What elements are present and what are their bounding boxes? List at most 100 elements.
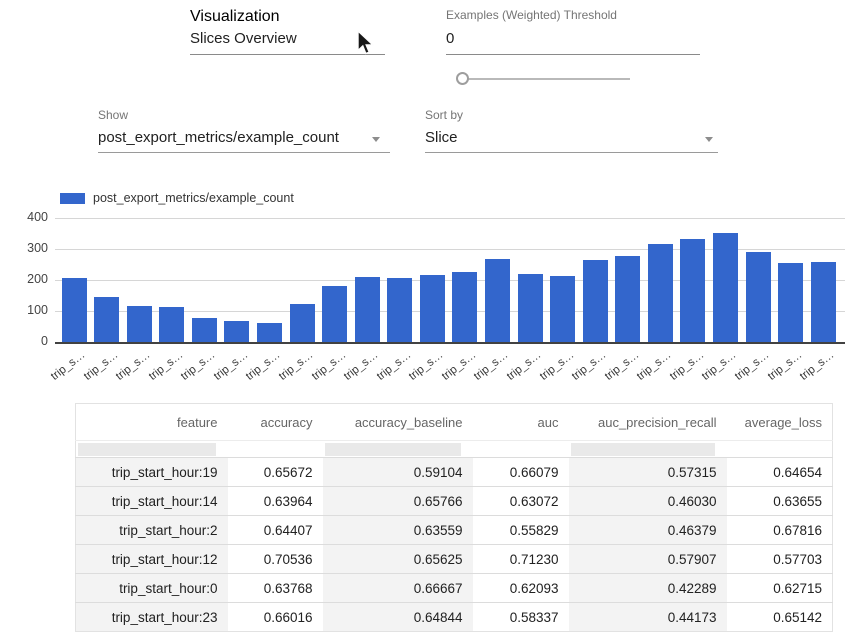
bar-1[interactable]	[94, 297, 119, 342]
table-row: trip_start_hour:230.660160.648440.583370…	[76, 603, 833, 632]
sort-by-value: Slice	[425, 129, 458, 146]
feature-cell: trip_start_hour:12	[76, 545, 228, 574]
slider-thumb[interactable]	[456, 72, 469, 85]
metric-cell: 0.46030	[569, 487, 727, 516]
metric-cell: 0.66079	[473, 458, 569, 487]
table-row: trip_start_hour:00.637680.666670.620930.…	[76, 574, 833, 603]
bar-5[interactable]	[224, 321, 249, 342]
metric-cell: 0.65142	[727, 603, 833, 632]
show-dropdown[interactable]: post_export_metrics/example_count	[98, 127, 390, 154]
metric-cell: 0.65625	[323, 545, 473, 574]
bar-7[interactable]	[290, 304, 315, 342]
metric-cell: 0.46379	[569, 516, 727, 545]
bar-22[interactable]	[778, 263, 803, 342]
bar-3[interactable]	[159, 307, 184, 342]
y-axis-tick-label: 200	[8, 272, 48, 286]
filter-cell	[228, 441, 323, 458]
chevron-down-icon[interactable]	[372, 137, 380, 142]
bar-20[interactable]	[713, 233, 738, 342]
metric-cell: 0.71230	[473, 545, 569, 574]
metric-cell: 0.64654	[727, 458, 833, 487]
feature-cell: trip_start_hour:19	[76, 458, 228, 487]
threshold-underline	[446, 54, 700, 55]
y-axis-tick-label: 300	[8, 241, 48, 255]
metric-cell: 0.63072	[473, 487, 569, 516]
slices-bar-chart: post_export_metrics/example_count 010020…	[0, 185, 863, 385]
visualization-value: Slices Overview	[190, 30, 297, 47]
bar-21[interactable]	[746, 252, 771, 342]
metric-cell: 0.64407	[228, 516, 323, 545]
metric-cell: 0.42289	[569, 574, 727, 603]
metric-cell: 0.59104	[323, 458, 473, 487]
bar-6[interactable]	[257, 323, 282, 342]
bar-15[interactable]	[550, 276, 575, 342]
bar-16[interactable]	[583, 260, 608, 342]
bar-9[interactable]	[355, 277, 380, 342]
column-header-auc[interactable]: auc	[473, 404, 569, 441]
metric-cell: 0.44173	[569, 603, 727, 632]
metric-cell: 0.64844	[323, 603, 473, 632]
metric-cell: 0.58337	[473, 603, 569, 632]
bar-12[interactable]	[452, 272, 477, 342]
bar-0[interactable]	[62, 278, 87, 342]
metric-cell: 0.66667	[323, 574, 473, 603]
metric-cell: 0.66016	[228, 603, 323, 632]
bar-13[interactable]	[485, 259, 510, 342]
metric-cell: 0.65766	[323, 487, 473, 516]
feature-cell: trip_start_hour:2	[76, 516, 228, 545]
sort-by-dropdown[interactable]: Slice	[425, 127, 718, 154]
column-header-accuracy_baseline[interactable]: accuracy_baseline	[323, 404, 473, 441]
y-axis-tick-label: 0	[8, 334, 48, 348]
table-row: trip_start_hour:20.644070.635590.558290.…	[76, 516, 833, 545]
metric-cell: 0.63964	[228, 487, 323, 516]
feature-cell: trip_start_hour:14	[76, 487, 228, 516]
bar-17[interactable]	[615, 256, 640, 342]
chevron-down-icon[interactable]	[705, 137, 713, 142]
metric-cell: 0.67816	[727, 516, 833, 545]
column-header-auc_precision_recall[interactable]: auc_precision_recall	[569, 404, 727, 441]
show-underline	[98, 152, 390, 153]
bar-23[interactable]	[811, 262, 836, 342]
threshold-label: Examples (Weighted) Threshold	[446, 8, 617, 22]
metric-cell: 0.63768	[228, 574, 323, 603]
metric-cell: 0.57703	[727, 545, 833, 574]
y-axis-tick-label: 400	[8, 210, 48, 224]
column-header-feature[interactable]: feature	[76, 404, 228, 441]
y-axis-tick-label: 100	[8, 303, 48, 317]
show-label: Show	[98, 108, 128, 122]
table-row: trip_start_hour:140.639640.657660.630720…	[76, 487, 833, 516]
filter-cell	[473, 441, 569, 458]
slider-track[interactable]	[466, 78, 630, 80]
bar-2[interactable]	[127, 306, 152, 342]
bar-4[interactable]	[192, 318, 217, 342]
feature-cell: trip_start_hour:23	[76, 603, 228, 632]
bar-18[interactable]	[648, 244, 673, 342]
sort-by-underline	[425, 152, 718, 153]
feature-cell: trip_start_hour:0	[76, 574, 228, 603]
metric-cell: 0.63559	[323, 516, 473, 545]
threshold-slider[interactable]	[450, 68, 650, 90]
bar-11[interactable]	[420, 275, 445, 342]
table-filter-row	[76, 441, 833, 458]
filter-cell	[76, 441, 228, 458]
show-value: post_export_metrics/example_count	[98, 129, 339, 146]
metric-cell: 0.57907	[569, 545, 727, 574]
sort-by-label: Sort by	[425, 108, 463, 122]
visualization-label: Visualization	[190, 8, 280, 26]
filter-cell	[569, 441, 727, 458]
metric-cell: 0.57315	[569, 458, 727, 487]
table-header-row: featureaccuracyaccuracy_baselineaucauc_p…	[76, 404, 833, 441]
bar-10[interactable]	[387, 278, 412, 342]
bar-14[interactable]	[518, 274, 543, 343]
metric-cell: 0.62093	[473, 574, 569, 603]
column-header-accuracy[interactable]: accuracy	[228, 404, 323, 441]
filter-cell	[727, 441, 833, 458]
metrics-table: featureaccuracyaccuracy_baselineaucauc_p…	[75, 403, 833, 632]
bar-8[interactable]	[322, 286, 347, 342]
filter-cell	[323, 441, 473, 458]
gridline-y0	[55, 342, 845, 344]
gridline-y400	[55, 218, 845, 219]
bar-19[interactable]	[680, 239, 705, 342]
threshold-input[interactable]	[446, 28, 696, 49]
column-header-average_loss[interactable]: average_loss	[727, 404, 833, 441]
